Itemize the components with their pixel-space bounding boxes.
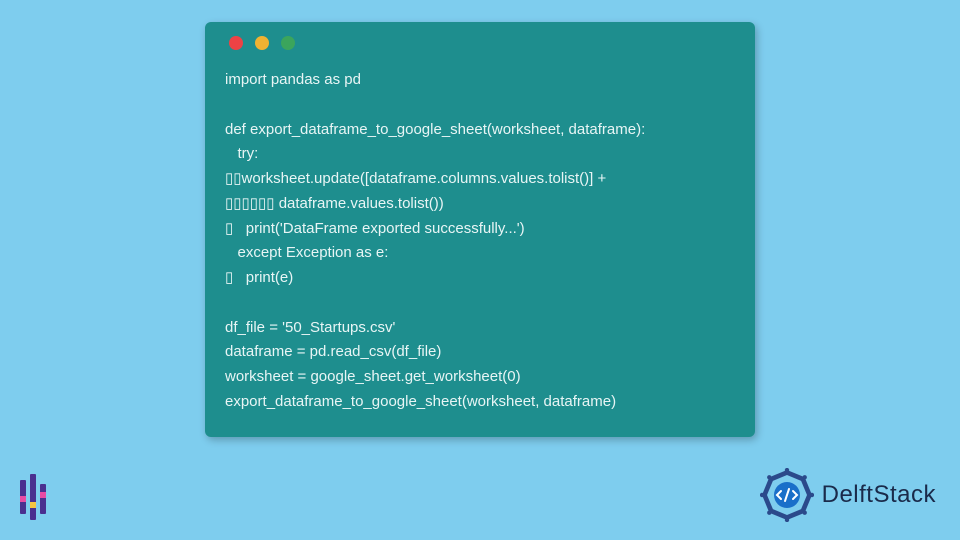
brand-name: DelftStack	[822, 481, 936, 509]
brand-mark-icon	[20, 474, 56, 522]
code-block: import pandas as pd def export_dataframe…	[225, 68, 735, 415]
code-card: import pandas as pd def export_dataframe…	[205, 22, 755, 437]
close-icon	[229, 36, 243, 50]
minimize-icon	[255, 36, 269, 50]
brand-logo: DelftStack	[760, 468, 936, 522]
delftstack-badge-icon	[760, 468, 814, 522]
maximize-icon	[281, 36, 295, 50]
window-controls	[225, 36, 735, 50]
